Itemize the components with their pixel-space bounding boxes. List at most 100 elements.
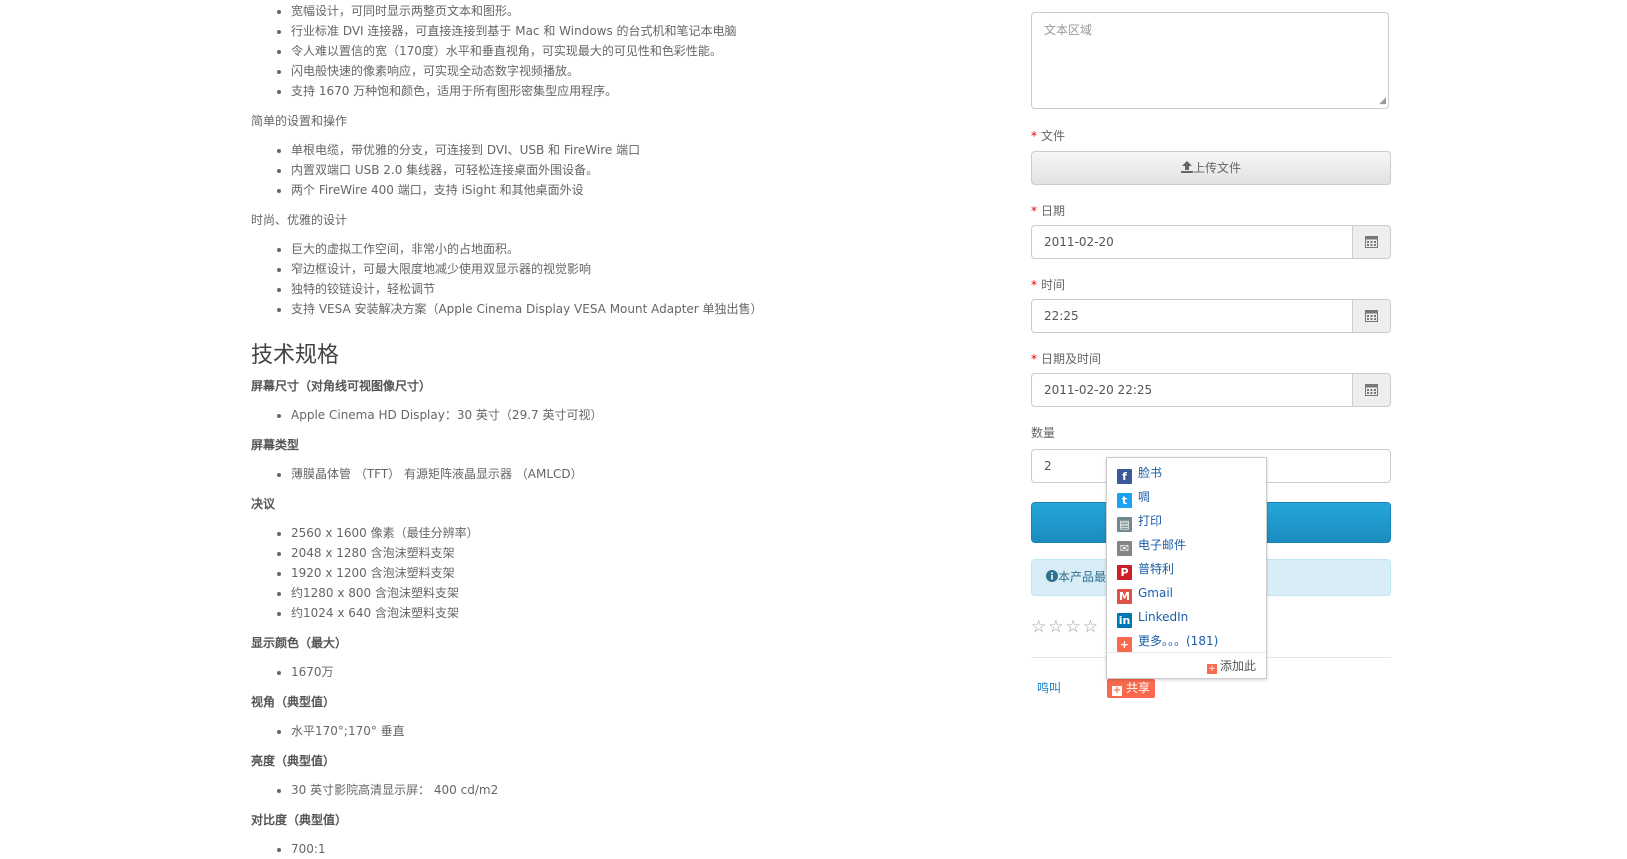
add-this-label: 添加此 [1219,659,1256,673]
required-mark: * [1031,278,1037,292]
list-item: 约1280 x 800 含泡沫塑料支架 [291,583,951,603]
list-item: Apple Cinema HD Display：30 英寸（29.7 英寸可视） [291,405,951,425]
divider [1107,652,1266,653]
star-icon[interactable]: ☆ [1083,617,1100,637]
list-item: 独特的铰链设计，轻松调节 [291,279,951,299]
list-item: 2560 x 1600 像素（最佳分辨率） [291,523,951,543]
feature-list: 单根电缆，带优雅的分支，可连接到 DVI、USB 和 FireWire 端口 内… [251,140,951,200]
share-item-facebook[interactable]: f 脸书 [1117,464,1163,484]
share-button[interactable]: + 共享 [1107,679,1156,698]
required-mark: * [1031,204,1037,218]
list-item: 30 英寸影院高清显示屏： 400 cd/m2 [291,780,951,800]
spec-list: 1670万 [251,662,951,682]
spec-label: 屏幕尺寸（对角线可视图像尺寸） [251,379,432,393]
calendar-icon [1365,310,1378,322]
time-input-group: 22:25 [1031,299,1391,333]
upload-icon [1180,161,1193,173]
info-icon [1046,570,1058,582]
share-item-print[interactable]: ▤ 打印 [1117,512,1163,532]
list-item: 2048 x 1280 含泡沫塑料支架 [291,543,951,563]
date-label: * 日期 [1031,202,1065,219]
alert-text: 本产品最 [1058,570,1107,584]
spec-list: 水平170°;170° 垂直 [251,721,951,741]
share-item-label: 打印 [1138,514,1163,528]
facebook-icon: f [1117,469,1132,484]
share-item-label: Gmail [1138,586,1174,600]
upload-file-button[interactable]: 上传文件 [1031,151,1391,185]
calendar-icon [1365,236,1378,248]
datetime-input[interactable]: 2011-02-20 22:25 [1031,373,1352,407]
feature-list: 巨大的虚拟工作空间，非常小的占地面积。 窄边框设计，可最大限度地减少使用双显示器… [251,239,951,319]
share-item-twitter[interactable]: t啁 [1117,488,1151,508]
date-input[interactable]: 2011-02-20 [1031,225,1352,259]
list-item: 宽幅设计，可同时显示两整页文本和图形。 [291,1,951,21]
product-description: 宽幅设计，可同时显示两整页文本和图形。 行业标准 DVI 连接器，可直接连接到基… [251,0,951,859]
share-item-label: 脸书 [1138,466,1163,480]
calendar-icon [1365,384,1378,396]
spec-list: 薄膜晶体管 （TFT） 有源矩阵液晶显示器 （AMLCD） [251,464,951,484]
datetime-label: * 日期及时间 [1031,350,1101,367]
share-item-label: 啁 [1138,490,1151,504]
specs-title: 技术规格 [251,343,340,368]
spec-label: 显示颜色（最大） [251,636,348,650]
date-input-group: 2011-02-20 [1031,225,1391,259]
textarea-placeholder: 文本区域 [1044,23,1093,37]
list-item: 行业标准 DVI 连接器，可直接连接到基于 Mac 和 Windows 的台式机… [291,21,951,41]
list-item: 两个 FireWire 400 端口，支持 iSight 和其他桌面外设 [291,180,951,200]
quantity-label: 数量 [1031,426,1056,440]
spec-list: Apple Cinema HD Display：30 英寸（29.7 英寸可视） [251,405,951,425]
linkedin-icon: in [1117,613,1132,628]
share-item-email[interactable]: ✉ 电子邮件 [1117,536,1186,556]
print-icon: ▤ [1117,517,1132,532]
share-popup-menu: f 脸书 t啁 ▤ 打印 ✉ 电子邮件 P 普特利 M Gmail in LinkedIn … [1106,457,1267,679]
share-item-pinterest[interactable]: P 普特利 [1117,560,1175,580]
spec-label: 对比度（典型值） [251,813,348,827]
list-item: 内置双端口 USB 2.0 集线器，可轻松连接桌面外围设备。 [291,160,951,180]
section-heading: 时尚、优雅的设计 [251,213,348,227]
list-item: 1920 x 1200 含泡沫塑料支架 [291,563,951,583]
list-item: 700:1 [291,839,951,859]
rating-stars[interactable]: ☆☆☆☆ [1031,617,1100,637]
time-picker-button[interactable] [1352,299,1391,333]
tweet-link[interactable]: 鸣叫 [1037,679,1061,696]
list-item: 令人难以置信的宽（170度）水平和垂直视角，可实现最大的可见性和色彩性能。 [291,41,951,61]
spec-label: 决议 [251,497,276,511]
share-item-gmail[interactable]: M Gmail [1117,584,1174,604]
spec-label: 屏幕类型 [251,438,300,452]
file-label: * 文件 [1031,127,1065,144]
list-item: 闪电般快速的像素响应，可实现全动态数字视频播放。 [291,61,951,81]
spec-label: 亮度（典型值） [251,754,336,768]
add-this-link[interactable]: + 添加此 [1206,657,1256,674]
feature-list: 宽幅设计，可同时显示两整页文本和图形。 行业标准 DVI 连接器，可直接连接到基… [251,1,951,101]
time-label-text: 时间 [1041,278,1066,292]
date-label-text: 日期 [1041,204,1066,218]
time-input[interactable]: 22:25 [1031,299,1352,333]
plus-icon: + [1112,685,1122,696]
list-item: 薄膜晶体管 （TFT） 有源矩阵液晶显示器 （AMLCD） [291,464,951,484]
email-icon: ✉ [1117,541,1132,556]
required-mark: * [1031,352,1037,366]
section-heading: 简单的设置和操作 [251,114,348,128]
list-item: 支持 1670 万种饱和颜色，适用于所有图形密集型应用程序。 [291,81,951,101]
pinterest-icon: P [1117,565,1132,580]
date-picker-button[interactable] [1352,225,1391,259]
share-item-label: 普特利 [1138,562,1175,576]
star-icon[interactable]: ☆ [1048,617,1065,637]
star-icon[interactable]: ☆ [1066,617,1083,637]
share-item-more[interactable]: + 更多。。。(181) [1117,632,1219,652]
list-item: 水平170°;170° 垂直 [291,721,951,741]
share-item-label: LinkedIn [1138,610,1189,624]
datetime-label-text: 日期及时间 [1041,352,1102,366]
datetime-input-group: 2011-02-20 22:25 [1031,373,1391,407]
share-item-label: 更多。。。(181) [1138,634,1219,648]
datetime-picker-button[interactable] [1352,373,1391,407]
share-item-linkedin[interactable]: in LinkedIn [1117,608,1189,628]
textarea-field[interactable]: 文本区域 ◢ [1031,12,1389,109]
twitter-icon: t [1117,493,1132,508]
required-mark: * [1031,129,1037,143]
plus-icon: + [1206,664,1217,674]
file-label-text: 文件 [1041,129,1066,143]
resize-handle-icon[interactable]: ◢ [1379,97,1386,106]
gmail-icon: M [1117,589,1132,604]
star-icon[interactable]: ☆ [1031,617,1048,637]
